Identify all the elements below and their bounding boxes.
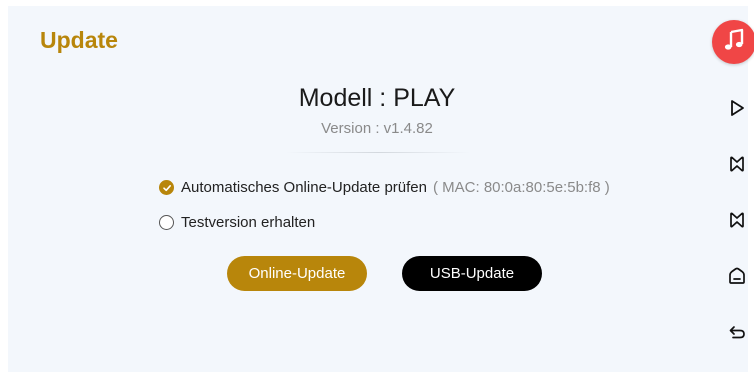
- music-note-icon: [723, 28, 745, 57]
- online-update-button[interactable]: Online-Update: [227, 256, 367, 291]
- auto-update-label: Automatisches Online-Update prüfen: [181, 179, 427, 196]
- home-icon[interactable]: [726, 265, 748, 287]
- usb-update-button[interactable]: USB-Update: [402, 256, 542, 291]
- previous-track-icon[interactable]: [726, 153, 748, 175]
- unchecked-radio-icon[interactable]: [159, 215, 174, 230]
- music-app-button[interactable]: [712, 20, 754, 64]
- back-icon[interactable]: [726, 321, 748, 343]
- page-title: Update: [40, 27, 118, 53]
- next-track-icon[interactable]: [726, 209, 748, 231]
- model-name: Modell : PLAY: [298, 84, 456, 112]
- divider: [286, 152, 470, 153]
- checked-icon[interactable]: [159, 180, 174, 195]
- test-version-option[interactable]: Testversion erhalten: [159, 214, 315, 231]
- auto-update-option[interactable]: Automatisches Online-Update prüfen ( MAC…: [159, 179, 610, 196]
- mac-address: ( MAC: 80:0a:80:5e:5b:f8 ): [432, 179, 610, 196]
- play-icon[interactable]: [726, 97, 748, 119]
- test-version-label: Testversion erhalten: [181, 214, 316, 231]
- firmware-version: Version : v1.4.82: [321, 120, 433, 137]
